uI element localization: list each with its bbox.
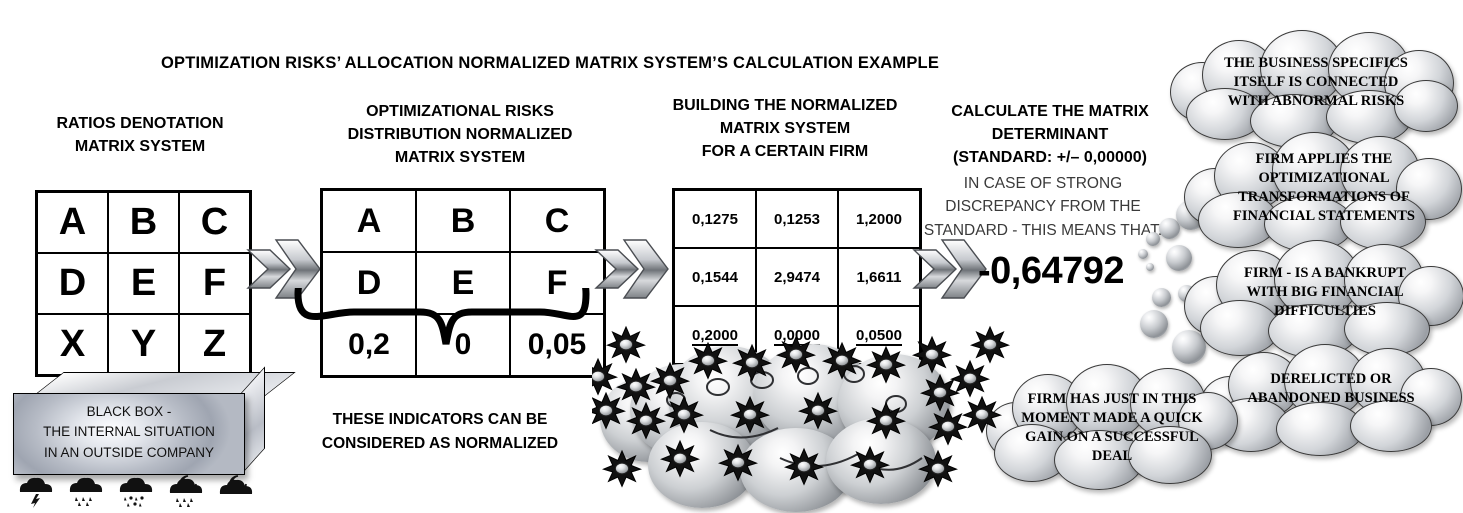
bubble-small [1146,232,1160,246]
table-row: D E F [35,252,252,315]
cloud-text: FIRM APPLIES THE OPTIMIZATIONAL TRANSFORMA… [1233,151,1415,224]
ratios-denotation-matrix: A B C D E F X Y Z [35,190,252,377]
table-row: A B C [35,190,252,254]
table-row: A B C [320,188,606,253]
bubble-small [1138,249,1148,259]
column-heading-distribution: OPTIMIZATIONAL RISKS DISTRIBUTION NORMALI… [347,103,573,167]
bubble-small [1146,263,1154,271]
arrow-2 [594,236,672,302]
matrix3-cell-0-0: 0,1275 [672,188,757,249]
page-title: OPTIMIZATION RISKS’ ALLOCATION NORMALIZE… [160,54,940,72]
cloud-text: FIRM HAS JUST IN THIS MOMENT MADE A QUICK… [1021,391,1203,464]
cloud-abnormal-risks: THE BUSINESS SPECIFICS ITSELF IS CONNECTE… [1168,28,1463,148]
brace-caption: THESE INDICATORS CAN BE CONSIDERED AS NOR… [321,411,559,453]
risk-burst-field [592,318,1012,513]
diagram-canvas: OPTIMIZATION RISKS’ ALLOCATION NORMALIZE… [0,0,1463,513]
cloud-text: FIRM - IS A BANKRUPT WITH BIG FINANCIAL DI… [1244,265,1406,319]
column-heading-building: BUILDING THE NORMALIZED MATRIX SYSTEM FOR … [672,97,898,161]
matrix2-cell-0-1: B [415,188,511,253]
cloudy-moon-icon [214,474,258,508]
cloud-bankrupt: FIRM - IS A BANKRUPT WITH BIG FINANCIAL DI… [1184,238,1463,358]
matrix1-cell-1-2: F [178,252,252,315]
black-box-illustration: BLACK BOX - THE INTERNAL SITUATION IN AN O… [5,366,296,475]
column-heading-ratios: RATIOS DENOTATION MATRIX SYSTEM [56,115,224,156]
matrix3-cell-1-1: 2,9474 [755,247,839,307]
matrix2-cell-0-0: A [320,188,417,253]
matrix3-cell-0-1: 0,1253 [755,188,839,249]
rain-moon-icon [164,474,208,508]
matrix1-cell-1-1: E [107,252,180,315]
determinant-note: IN CASE OF STRONG DISCREPANCY FROM THE STA… [923,175,1163,239]
bubble-large [1140,310,1168,338]
thunderstorm-icon [14,474,58,508]
matrix1-cell-2-0: X [35,313,109,377]
sleet-icon [114,474,158,508]
matrix1-cell-0-0: A [35,190,109,254]
matrix2-cell-0-2: C [509,188,606,253]
matrix1-cell-0-1: B [107,190,180,254]
cloud-quick-gain: FIRM HAS JUST IN THIS MOMENT MADE A QUICK… [986,362,1238,494]
bubble-medium [1152,288,1171,307]
matrix1-cell-0-2: C [178,190,252,254]
table-row: 0,1275 0,1253 1,2000 [672,188,922,249]
determinant-value: -0,64792 [978,250,1125,292]
cloud-lobe [1350,400,1432,452]
black-box-front-face: BLACK BOX - THE INTERNAL SITUATION IN AN O… [13,393,245,475]
black-box-label: BLACK BOX - THE INTERNAL SITUATION IN AN O… [43,404,215,460]
matrix3-cell-1-2: 1,6611 [837,247,922,307]
cloud-text: THE BUSINESS SPECIFICS ITSELF IS CONNECTE… [1224,55,1408,109]
matrix3-cell-0-2: 1,2000 [837,188,922,249]
cloud-optimizational-transformations: FIRM APPLIES THE OPTIMIZATIONAL TRANSFORMA… [1184,132,1463,252]
table-row: X Y Z [35,313,252,377]
cloud-derelicted-business: DERELICTED OR ABANDONED BUSINESS [1200,342,1463,456]
table-row: 0,1544 2,9474 1,6611 [672,247,922,307]
column-heading-determinant: CALCULATE THE MATRIX DETERMINANT (STANDARD… [951,103,1149,167]
matrix1-cell-2-1: Y [107,313,180,377]
matrix1-cell-2-2: Z [178,313,252,377]
normalized-row-brace [292,262,592,380]
weather-icon-row [14,474,264,510]
matrix3-cell-1-0: 0,1544 [672,247,757,307]
cloud-text: DERELICTED OR ABANDONED BUSINESS [1247,371,1415,406]
matrix1-cell-1-0: D [35,252,109,315]
rain-icon [64,474,108,508]
